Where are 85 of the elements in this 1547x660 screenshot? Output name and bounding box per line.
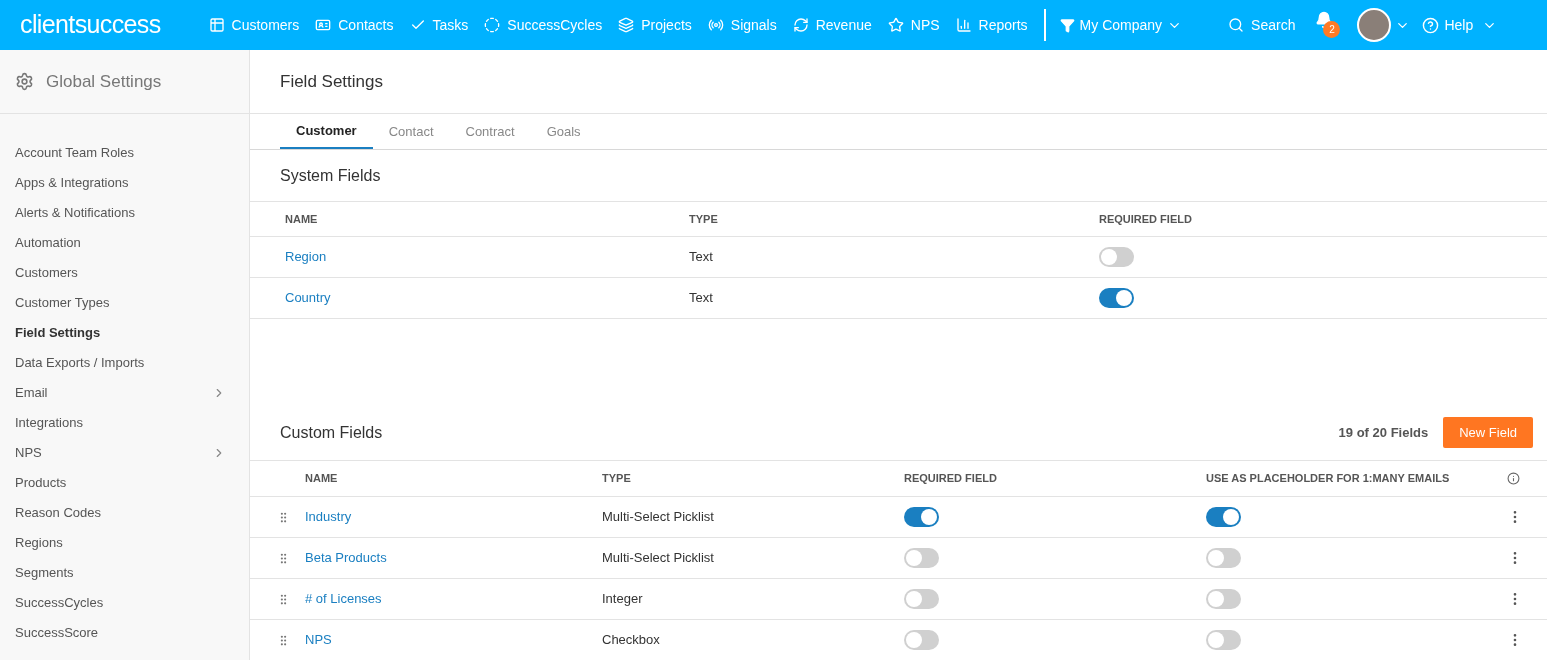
sidebar-item[interactable]: Segments xyxy=(0,558,249,588)
star-icon xyxy=(887,17,904,33)
toggle-switch[interactable] xyxy=(904,630,939,650)
sidebar-item[interactable]: Apps & Integrations xyxy=(0,168,249,198)
field-count: 19 of 20 Fields xyxy=(1338,423,1429,442)
sidebar-item[interactable]: SuccessScore xyxy=(0,618,249,648)
nav-link[interactable]: Signals xyxy=(699,14,785,36)
table-cell-text: Integer xyxy=(602,590,644,609)
notification-button[interactable]: 2 xyxy=(1315,11,1342,39)
column-header: REQUIRED FIELD xyxy=(1099,211,1193,227)
sidebar-title: Global Settings xyxy=(46,70,162,93)
field-name-link[interactable]: Industry xyxy=(305,507,602,527)
sidebar-item[interactable]: Customers xyxy=(0,258,249,288)
ring-icon xyxy=(484,17,501,33)
logo[interactable]: clientsuccess xyxy=(20,6,161,44)
signal-icon xyxy=(707,17,724,33)
sidebar-item[interactable]: SuccessCycles xyxy=(0,588,249,618)
table-icon xyxy=(208,17,225,33)
info-icon[interactable] xyxy=(1507,472,1520,485)
help-button[interactable]: Help xyxy=(1422,14,1498,36)
column-header: NAME xyxy=(305,471,339,487)
nav-link[interactable]: Tasks xyxy=(401,14,477,36)
tab[interactable]: Contact xyxy=(372,114,450,149)
toggle-switch[interactable] xyxy=(904,548,939,568)
id-card-icon xyxy=(315,17,332,33)
field-name-link[interactable]: NPS xyxy=(305,630,602,650)
sidebar-item[interactable]: Automation xyxy=(0,228,249,258)
field-name-link[interactable]: # of Licenses xyxy=(305,589,602,609)
toggle-switch[interactable] xyxy=(1206,630,1241,650)
layers-icon xyxy=(618,17,635,33)
sidebar-item[interactable]: Account Team Roles xyxy=(0,138,249,168)
table-cell-text: Checkbox xyxy=(602,631,661,650)
toggle-switch[interactable] xyxy=(904,589,939,609)
field-name-link[interactable]: Beta Products xyxy=(305,548,602,568)
toggle-switch[interactable] xyxy=(1206,589,1241,609)
nav-link[interactable]: Revenue xyxy=(784,14,880,36)
filter-icon xyxy=(1059,17,1075,33)
notification-badge: 2 xyxy=(1323,21,1341,38)
gear-icon xyxy=(15,72,34,91)
table-cell-text: Multi-Select Picklist xyxy=(602,549,715,568)
column-header: REQUIRED FIELD xyxy=(904,471,998,487)
nav-link[interactable]: Customers xyxy=(200,14,308,36)
avatar[interactable] xyxy=(1357,8,1392,42)
help-icon xyxy=(1422,16,1440,34)
toggle-switch[interactable] xyxy=(1099,247,1134,267)
table-cell-text: Multi-Select Picklist xyxy=(602,508,715,527)
toggle-switch[interactable] xyxy=(1099,288,1134,308)
nav-link[interactable]: Contacts xyxy=(307,14,402,36)
nav-link[interactable]: NPS xyxy=(879,14,948,36)
toggle-switch[interactable] xyxy=(904,507,939,527)
table-cell-text: Text xyxy=(689,248,714,267)
field-name-link[interactable]: Region xyxy=(285,247,689,267)
table-cell-text: Text xyxy=(689,289,714,308)
column-header: NAME xyxy=(285,211,319,227)
company-filter-dropdown[interactable]: My Company xyxy=(1053,14,1189,36)
sidebar-item[interactable]: Regions xyxy=(0,528,249,558)
sidebar-item[interactable]: Customer Types xyxy=(0,288,249,318)
search-icon xyxy=(1228,17,1245,33)
nav-link[interactable]: Projects xyxy=(610,14,700,36)
tab[interactable]: Contract xyxy=(449,114,531,149)
sidebar-item[interactable]: NPS xyxy=(0,438,249,468)
sidebar-item[interactable]: Email xyxy=(0,378,249,408)
tab[interactable]: Customer xyxy=(280,114,373,149)
toggle-switch[interactable] xyxy=(1206,507,1241,527)
sidebar-item[interactable]: Integrations xyxy=(0,408,249,438)
nav-link[interactable]: SuccessCycles xyxy=(476,14,611,36)
column-header: TYPE xyxy=(602,471,632,487)
field-name-link[interactable]: Country xyxy=(285,288,689,308)
sidebar-item[interactable]: Field Settings xyxy=(0,318,249,348)
section-title: Custom Fields xyxy=(280,422,384,443)
section-title: System Fields xyxy=(280,165,381,186)
sidebar-item[interactable]: Reason Codes xyxy=(0,498,249,528)
sidebar-item[interactable]: Data Exports / Imports xyxy=(0,348,249,378)
tab[interactable]: Goals xyxy=(530,114,597,149)
nav-link[interactable]: Reports xyxy=(947,14,1036,36)
page-title: Field Settings xyxy=(280,70,383,93)
sidebar-item[interactable]: Products xyxy=(0,468,249,498)
column-header: USE AS PLACEHOLDER FOR 1:MANY EMAILS xyxy=(1206,471,1451,487)
toggle-switch[interactable] xyxy=(1206,548,1241,568)
bar-chart-icon xyxy=(955,17,972,33)
new-field-button[interactable]: New Field xyxy=(1443,417,1533,448)
column-header: TYPE xyxy=(689,211,719,227)
sidebar-item[interactable]: Alerts & Notifications xyxy=(0,198,249,228)
refresh-icon xyxy=(792,17,809,33)
search-button[interactable]: Search xyxy=(1228,14,1296,36)
